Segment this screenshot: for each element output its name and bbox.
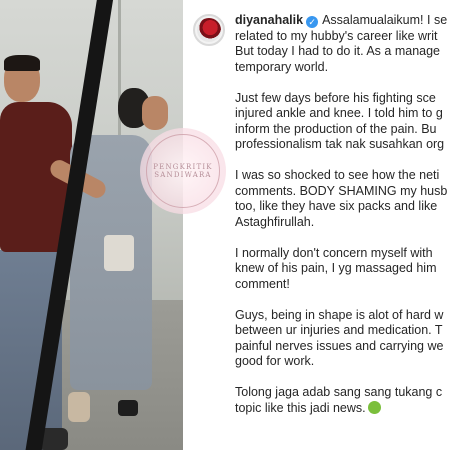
caption-line: knew of his pain, I yg massaged him bbox=[235, 261, 437, 275]
green-face-emoji-icon bbox=[367, 400, 381, 414]
caption-line: diyanahalik ✓ Assalamualaikum! I se bbox=[235, 13, 450, 29]
watermark-text: SANDIWARA bbox=[154, 171, 212, 179]
caption-line: painful nerves issues and carrying we bbox=[235, 338, 444, 353]
caption-line: comment! bbox=[235, 276, 290, 291]
man-hair bbox=[4, 55, 40, 71]
watermark-logo: PENGKRITIK SANDIWARA bbox=[140, 128, 226, 214]
caption-line: Guys, being in shape is alot of hard w bbox=[235, 307, 444, 322]
caption-line: Tolong jaga adab sang sang tukang c bbox=[235, 385, 443, 399]
caption-line: good for work. bbox=[235, 354, 315, 368]
caption-line: topic like this jadi news. bbox=[235, 400, 450, 417]
caption-line: too, like they have six packs and like bbox=[235, 199, 438, 213]
woman-shoe bbox=[118, 400, 138, 416]
avatar[interactable] bbox=[193, 14, 225, 46]
caption-line: Astaghfirullah. bbox=[235, 214, 315, 229]
caption-line-text: Assalamualaikum! I se bbox=[322, 13, 448, 27]
caption-text: diyanahalik ✓ Assalamualaikum! I se relate… bbox=[235, 13, 450, 416]
caption-line: But today I had to do it. As a manage bbox=[235, 44, 440, 58]
caption-line: Just few days before his fighting sce bbox=[235, 90, 436, 105]
caption-line: between ur injuries and medication. T bbox=[235, 323, 443, 337]
caption-line: inform the production of the pain. Bu bbox=[235, 121, 437, 136]
woman-shoe bbox=[68, 392, 90, 422]
watermark-text: PENGKRITIK bbox=[153, 163, 213, 171]
caption-line: related to my hubby's career like writ bbox=[235, 28, 438, 43]
caption-line: temporary world. bbox=[235, 59, 329, 74]
caption-line: comments. BODY SHAMING my husb bbox=[235, 183, 448, 198]
caption-line: I normally don't concern myself with bbox=[235, 245, 433, 260]
caption-line: professionalism tak nak susahkan org bbox=[235, 137, 445, 151]
woman-bag bbox=[104, 235, 134, 271]
post-caption: diyanahalik ✓ Assalamualaikum! I se relate… bbox=[183, 0, 450, 450]
caption-line: I was so shocked to see how the neti bbox=[235, 168, 440, 182]
verified-badge-icon: ✓ bbox=[306, 16, 319, 28]
avatar-image bbox=[197, 18, 221, 42]
hand bbox=[142, 96, 168, 130]
post-photo[interactable] bbox=[0, 0, 183, 450]
username-link[interactable]: diyanahalik bbox=[235, 13, 303, 27]
caption-line: injured ankle and knee. I told him to g bbox=[235, 106, 443, 120]
